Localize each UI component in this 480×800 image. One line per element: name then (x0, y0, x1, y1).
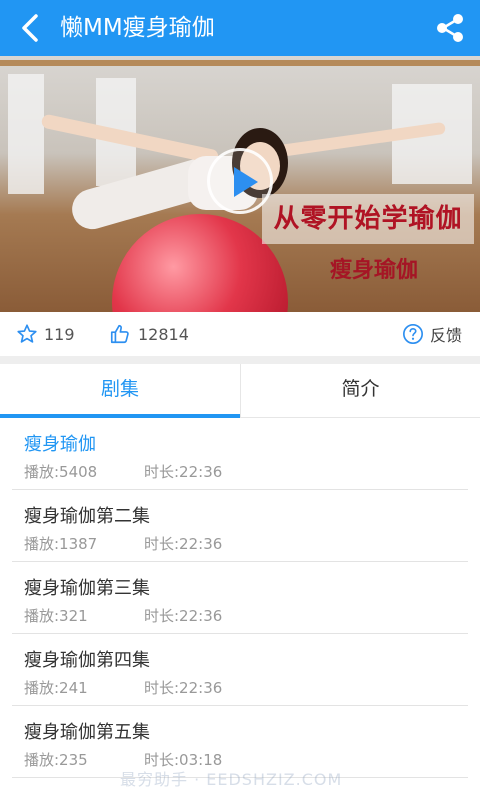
episode-title: 瘦身瑜伽第四集 (24, 650, 150, 671)
episode-title: 瘦身瑜伽第二集 (24, 506, 150, 527)
video-thumbnail[interactable]: 从零开始学瑜伽 瘦身瑜伽 (0, 56, 480, 312)
tab-bar: 剧集 简介 (0, 364, 480, 418)
background-window (8, 74, 44, 194)
favorite-count: 119 (44, 324, 75, 344)
episode-title: 瘦身瑜伽 (24, 434, 96, 455)
like-button[interactable]: 12814 (108, 312, 189, 356)
episode-duration: 时长:22:36 (144, 679, 223, 697)
episode-item[interactable]: 瘦身瑜伽第三集 播放:321 时长:22:36 (12, 562, 468, 634)
episode-duration: 时长:22:36 (144, 463, 223, 481)
thumbs-up-icon (110, 324, 129, 344)
episode-play-count: 播放:241 (24, 679, 88, 697)
episode-play-count: 播放:321 (24, 607, 88, 625)
like-count: 12814 (138, 324, 189, 344)
episode-play-count: 播放:1387 (24, 535, 98, 553)
episode-title: 瘦身瑜伽第三集 (24, 578, 150, 599)
ballet-barre (0, 60, 480, 66)
tab-episodes[interactable]: 剧集 (0, 364, 240, 418)
watermark: 最穷助手 · EEDSHZIZ.COM (120, 770, 343, 789)
star-icon (17, 324, 37, 343)
tab-intro[interactable]: 简介 (240, 364, 480, 418)
help-icon (402, 324, 423, 344)
episode-list: 瘦身瑜伽 播放:5408 时长:22:36 瘦身瑜伽第二集 播放:1387 时长… (0, 418, 480, 800)
favorite-button[interactable]: 119 (16, 312, 75, 356)
feedback-label: 反馈 (429, 326, 462, 345)
episode-title: 瘦身瑜伽第五集 (24, 722, 150, 743)
video-banner-subtitle: 瘦身瑜伽 (330, 258, 419, 283)
share-button[interactable] (434, 12, 466, 44)
app-bar: 懒MM瘦身瑜伽 (0, 0, 480, 56)
episode-duration: 时长:22:36 (144, 607, 223, 625)
episode-duration: 时长:22:36 (144, 535, 223, 553)
episode-item[interactable]: 瘦身瑜伽 播放:5408 时长:22:36 (12, 418, 468, 490)
video-banner-title: 从零开始学瑜伽 (262, 194, 474, 244)
back-button[interactable] (14, 10, 50, 46)
episode-item[interactable]: 瘦身瑜伽第二集 播放:1387 时长:22:36 (12, 490, 468, 562)
episode-play-count: 播放:235 (24, 751, 88, 769)
play-icon (234, 167, 258, 197)
episode-play-count: 播放:5408 (24, 463, 98, 481)
episode-item[interactable]: 瘦身瑜伽第四集 播放:241 时长:22:36 (12, 634, 468, 706)
back-arrow-icon (22, 14, 38, 42)
share-icon (437, 14, 463, 42)
page-title: 懒MM瘦身瑜伽 (60, 15, 215, 41)
section-divider (0, 356, 480, 364)
feedback-button[interactable]: 反馈 (402, 312, 462, 356)
stats-bar: 119 12814 反馈 (0, 312, 480, 356)
